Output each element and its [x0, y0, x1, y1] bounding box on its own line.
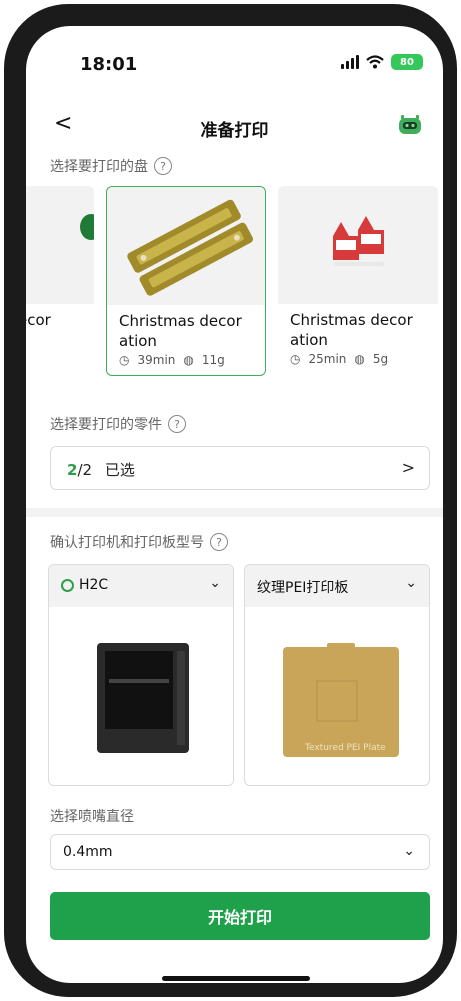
- plate-meta: ◷ 39min ◍ 11g: [119, 353, 225, 367]
- plate-name-line1: Christmas decor: [290, 311, 413, 329]
- nozzle-section-label: 选择喷嘴直径: [50, 806, 134, 826]
- home-indicator[interactable]: [162, 976, 310, 981]
- phone-frame: 18:01 80 < 准备打印 选择要打印的盘 ? cor Christmas …: [4, 4, 457, 997]
- plate-time: 25min: [308, 352, 347, 366]
- section-divider: [26, 508, 443, 517]
- parts-selector[interactable]: 2/2 已选 >: [50, 446, 430, 490]
- page-title: 准备打印: [200, 121, 269, 141]
- nozzle-select[interactable]: 0.4mm ⌄: [50, 834, 430, 870]
- wifi-icon: [366, 55, 384, 69]
- build-plate-text: Textured PEI Plate: [305, 743, 386, 753]
- plate-thumbnail: [26, 186, 94, 304]
- parts-section-label: 选择要打印的零件 ?: [50, 414, 186, 434]
- help-icon[interactable]: ?: [210, 533, 228, 551]
- printer-dropdown[interactable]: H2C ⌄: [49, 565, 233, 607]
- help-icon[interactable]: ?: [154, 157, 172, 175]
- signal-icon: [341, 55, 359, 69]
- plate-card[interactable]: ecor: [26, 186, 94, 376]
- start-print-button[interactable]: 开始打印: [50, 892, 430, 940]
- plate-section-title: 选择要打印的盘: [50, 159, 148, 175]
- parts-selected-label: 已选: [104, 461, 135, 479]
- plate-name-line1: Christmas decor: [119, 312, 242, 330]
- plate-name: Christmas decor ation: [119, 311, 269, 351]
- plate-card-selected[interactable]: Christmas decor ation ◷ 39min ◍ 11g: [106, 186, 266, 376]
- plate-section-label: 选择要打印的盘 ?: [50, 156, 172, 176]
- nozzle-section-title: 选择喷嘴直径: [50, 809, 134, 825]
- plate-weight: 11g: [201, 353, 225, 367]
- chevron-down-icon: ⌄: [403, 843, 415, 859]
- status-ring-icon: [61, 578, 74, 592]
- status-time: 18:01: [80, 54, 138, 75]
- filament-icon: ◍: [183, 353, 194, 367]
- parts-count: 2/2 已选: [67, 459, 135, 480]
- assistant-bot-icon[interactable]: [397, 112, 423, 138]
- chevron-right-icon: >: [401, 458, 415, 477]
- plate-weight: 5g: [372, 352, 389, 366]
- build-plate-name: 纹理PEI打印板: [257, 580, 349, 596]
- help-icon[interactable]: ?: [168, 415, 186, 433]
- clock-icon: ◷: [119, 353, 130, 367]
- status-icons: 80: [341, 54, 423, 70]
- printer-section-title: 确认打印机和打印板型号: [50, 535, 204, 551]
- plate-meta: ◷ 25min ◍ 5g: [290, 352, 388, 366]
- printer-name: H2C: [79, 577, 109, 593]
- plate-carousel[interactable]: ecor: [26, 186, 443, 381]
- status-bar: 18:01 80: [26, 26, 443, 76]
- plate-name: Christmas decor ation: [290, 310, 440, 350]
- plate-thumbnail: [107, 187, 265, 305]
- build-plate-label: 纹理PEI打印板: [257, 577, 348, 597]
- plate-name-line2: ation: [290, 331, 328, 349]
- plate-card[interactable]: Christmas decor ation ◷ 25min ◍ 5g: [278, 186, 438, 376]
- plate-thumbnail: [278, 186, 438, 304]
- printer-section-label: 确认打印机和打印板型号 ?: [50, 532, 228, 552]
- plate-time: 39min: [137, 353, 176, 367]
- chevron-down-icon: ⌄: [209, 575, 221, 591]
- nozzle-value: 0.4mm: [63, 844, 113, 860]
- chevron-down-icon: ⌄: [405, 575, 417, 591]
- build-plate-dropdown[interactable]: 纹理PEI打印板 ⌄: [245, 565, 429, 607]
- nav-bar: < 准备打印: [26, 106, 443, 146]
- battery-level: 80: [400, 56, 414, 68]
- parts-selected-count: 2: [67, 461, 78, 479]
- printer-card[interactable]: H2C ⌄: [48, 564, 234, 786]
- parts-total: /2: [77, 461, 93, 479]
- filament-icon: ◍: [354, 352, 365, 366]
- app-screen: 18:01 80 < 准备打印 选择要打印的盘 ? cor Christmas …: [26, 26, 443, 983]
- printer-label: H2C: [61, 577, 108, 593]
- printer-image: [97, 643, 189, 753]
- plate-name-line2: ation: [119, 332, 157, 350]
- battery-icon: 80: [391, 54, 423, 70]
- clock-icon: ◷: [290, 352, 301, 366]
- parts-section-title: 选择要打印的零件: [50, 417, 162, 433]
- build-plate-card[interactable]: 纹理PEI打印板 ⌄ Textured PEI Plate: [244, 564, 430, 786]
